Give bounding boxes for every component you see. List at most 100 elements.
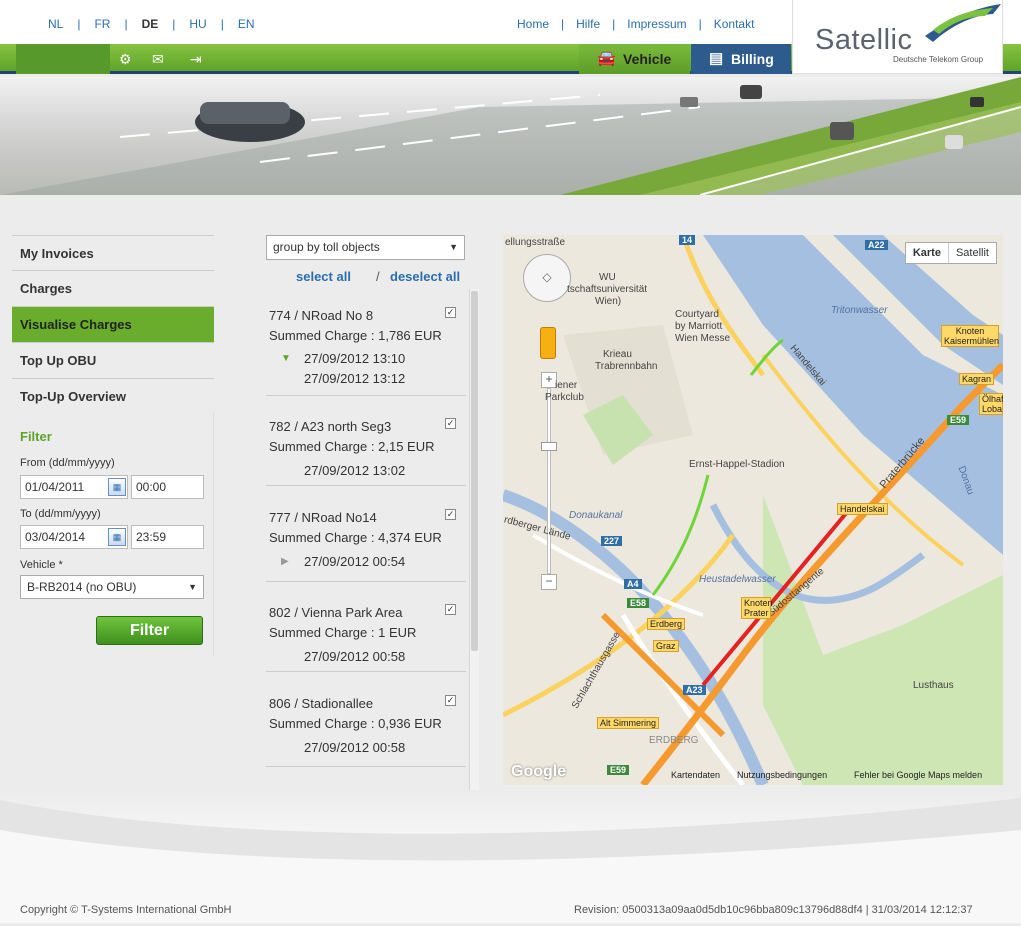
calendar-icon[interactable]: ▦ — [108, 478, 126, 496]
map-label: Krieau — [603, 349, 632, 360]
zoom-out-button[interactable]: − — [541, 574, 557, 590]
map-label: Wien Messe — [675, 333, 731, 344]
map-label: Courtyard — [675, 309, 719, 320]
road-shield: A23 — [683, 685, 706, 695]
entry-checkbox[interactable]: ✓ — [445, 695, 456, 706]
map-junction-label: Alt Simmering — [597, 717, 660, 729]
banner-image — [0, 77, 1021, 195]
tab-billing[interactable]: ▤ Billing — [691, 44, 791, 74]
entry-checkbox[interactable]: ✓ — [445, 604, 456, 615]
road-shield: A4 — [624, 579, 642, 589]
highway-banner — [0, 77, 1021, 195]
pegman-icon[interactable] — [540, 327, 556, 359]
sidebar-item-top-up-overview[interactable]: Top-Up Overview — [12, 379, 214, 415]
logout-icon[interactable]: ⇥ — [190, 51, 202, 68]
vehicle-label: Vehicle * — [20, 559, 63, 571]
road-shield: 227 — [601, 536, 623, 546]
filter-panel: Filter From (dd/mm/yyyy) 01/04/2011 ▦ 00… — [12, 412, 214, 656]
map-type-satellit[interactable]: Satellit — [949, 243, 996, 263]
zoom-knob[interactable] — [541, 442, 557, 451]
map-type-karte[interactable]: Karte — [906, 243, 949, 263]
map-label: WU — [599, 272, 616, 283]
from-time-input[interactable]: 00:00 — [131, 475, 204, 499]
map-footer-link[interactable]: Fehler bei Google Maps melden — [854, 770, 982, 780]
map-label: iener — [555, 380, 578, 391]
to-label: To (dd/mm/yyyy) — [20, 508, 101, 520]
map-label: Tritonwasser — [831, 305, 888, 316]
sidebar-item-visualise-charges[interactable]: Visualise Charges — [12, 307, 214, 343]
list-item[interactable]: 777 / NRoad No14 ✓ Summed Charge : 4,374… — [266, 486, 466, 582]
to-time-input[interactable]: 23:59 — [131, 525, 204, 549]
list-item[interactable]: 774 / NRoad No 8 ✓ Summed Charge : 1,786… — [266, 289, 466, 396]
copyright-text: Copyright © T-Systems International GmbH — [20, 904, 232, 916]
link-hilfe[interactable]: Hilfe — [576, 17, 600, 31]
map-label: Heustadelwasser — [699, 574, 776, 585]
logo-subtitle: Deutsche Telekom Group — [893, 55, 984, 64]
entry-checkbox[interactable]: ✓ — [445, 307, 456, 318]
filter-title: Filter — [20, 429, 52, 444]
chevron-down-icon: ▼ — [449, 242, 458, 252]
mail-icon[interactable]: ✉ — [152, 51, 164, 68]
charges-list: 774 / NRoad No 8 ✓ Summed Charge : 1,786… — [266, 289, 466, 799]
gear-icon[interactable]: ⚙ — [119, 51, 132, 68]
map-junction-label: Ölhaf Loba — [979, 393, 1003, 415]
select-all-link[interactable]: select all — [296, 269, 351, 284]
map-junction-label: Handelskai — [837, 503, 888, 515]
map-label: ellungsstraße — [505, 237, 566, 248]
language-switcher: NL | FR | DE | HU | EN — [48, 17, 255, 31]
map-label: Parkclub — [545, 392, 584, 403]
map-label: ERDBERG — [649, 735, 699, 746]
satellic-logo[interactable]: Satellic Deutsche Telekom Group — [792, 0, 1003, 74]
list-item[interactable]: 802 / Vienna Park Area ✓ Summed Charge :… — [266, 582, 466, 672]
road-shield: A22 — [865, 240, 888, 250]
group-by-select[interactable]: group by toll objects ▼ — [266, 235, 465, 260]
map-label: Ernst-Happel-Stadion — [689, 459, 785, 470]
road-shield: E59 — [607, 765, 630, 775]
deselect-all-link[interactable]: deselect all — [390, 269, 460, 284]
map-type-toggle[interactable]: Karte Satellit — [904, 242, 997, 264]
filter-button[interactable]: Filter — [96, 616, 203, 645]
map-pan-control-icon[interactable]: ◇ — [523, 254, 571, 302]
list-item[interactable]: 806 / Stadionallee ✓ Summed Charge : 0,9… — [266, 672, 466, 767]
sidebar-item-charges[interactable]: Charges — [12, 271, 214, 307]
link-impressum[interactable]: Impressum — [627, 17, 686, 31]
list-scrollbar[interactable] — [469, 289, 479, 799]
entry-checkbox[interactable]: ✓ — [445, 509, 456, 520]
link-kontakt[interactable]: Kontakt — [714, 17, 755, 31]
google-logo[interactable]: Google — [511, 763, 566, 781]
entry-checkbox[interactable]: ✓ — [445, 418, 456, 429]
sidebar-item-my-invoices[interactable]: My Invoices — [12, 235, 214, 271]
revision-text: Revision: 0500313a09aa0d5db10c96bba809c1… — [574, 904, 973, 916]
tab-vehicle[interactable]: 🚘 Vehicle — [579, 44, 690, 74]
from-label: From (dd/mm/yyyy) — [20, 457, 115, 469]
expand-down-icon[interactable]: ▼ — [281, 353, 291, 364]
zoom-slider[interactable]: + − — [541, 372, 557, 590]
map-footer-link[interactable]: Kartendaten — [671, 770, 720, 780]
calendar-icon[interactable]: ▦ — [108, 528, 126, 546]
charges-map[interactable]: Karte Satellit ◇ + − ellungsstraße WU ts… — [503, 235, 1003, 785]
lang-nl[interactable]: NL — [48, 17, 63, 31]
lang-de[interactable]: DE — [142, 17, 159, 31]
sidebar-item-top-up-obu[interactable]: Top Up OBU — [12, 343, 214, 379]
expand-right-icon[interactable]: ▶ — [281, 556, 289, 567]
road-shield: E59 — [947, 415, 970, 425]
logo-text: Satellic — [815, 24, 913, 56]
lang-hu[interactable]: HU — [189, 17, 206, 31]
lang-fr[interactable]: FR — [94, 17, 110, 31]
map-junction-label: Graz — [653, 640, 679, 652]
road-shield: 14 — [679, 235, 696, 245]
charge-route-green[interactable] — [749, 338, 784, 376]
lang-en[interactable]: EN — [238, 17, 255, 31]
logo-swoosh-icon — [925, 4, 1001, 42]
link-home[interactable]: Home — [517, 17, 549, 31]
map-label: Lusthaus — [913, 680, 954, 691]
vehicle-select[interactable]: B-RB2014 (no OBU) ▼ — [20, 575, 204, 599]
map-label: Donaukanal — [569, 510, 623, 521]
map-footer-link[interactable]: Nutzungsbedingungen — [737, 770, 827, 780]
list-item[interactable]: 782 / A23 north Seg3 ✓ Summed Charge : 2… — [266, 396, 466, 486]
car-icon: 🚘 — [597, 50, 616, 67]
map-label: Trabrennbahn — [595, 361, 658, 372]
map-junction-label: Knoten Prater — [741, 597, 773, 619]
chevron-down-icon: ▼ — [188, 582, 197, 592]
map-junction-label: Erdberg — [647, 618, 686, 630]
